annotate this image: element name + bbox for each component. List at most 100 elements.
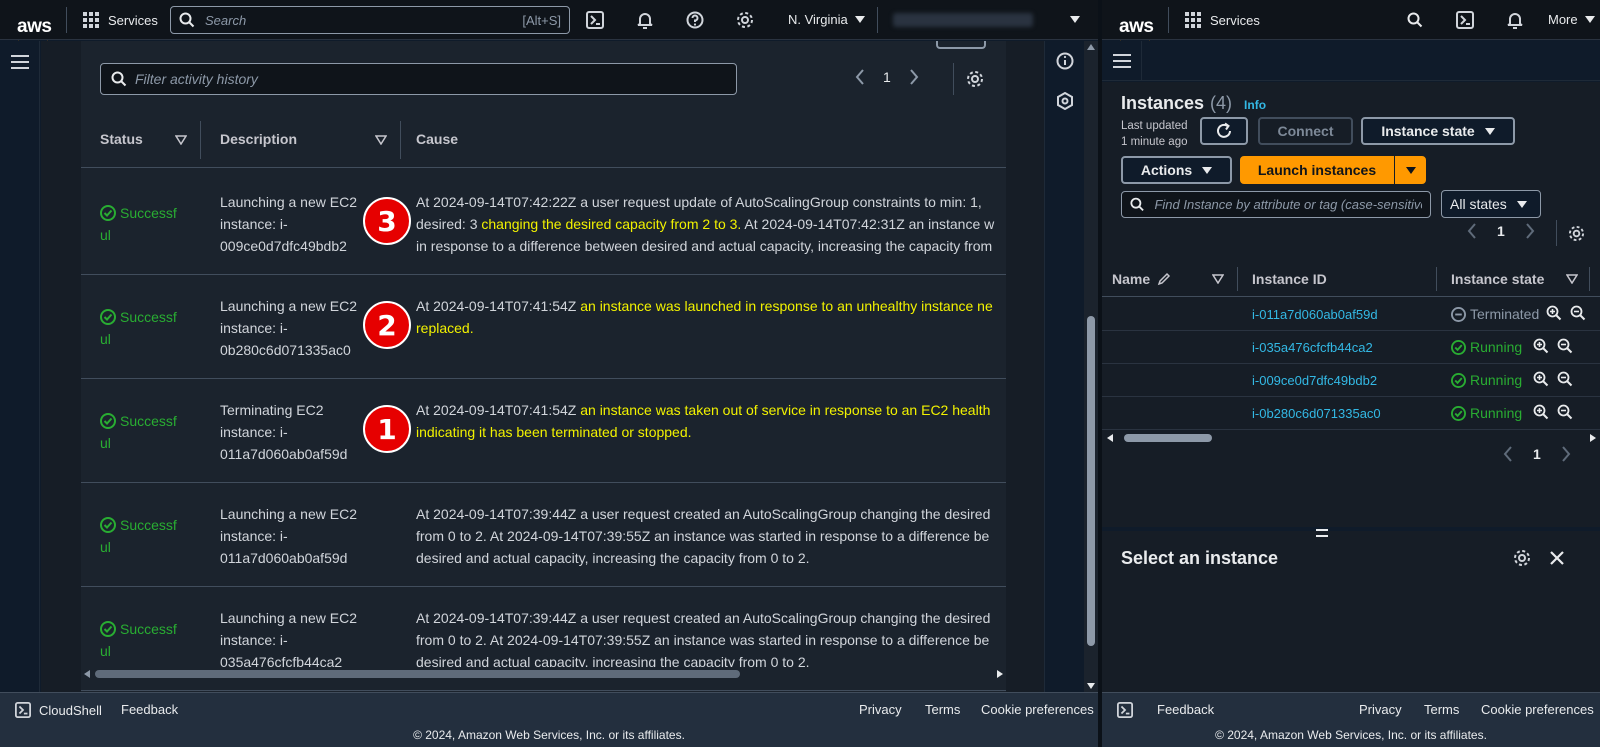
chevron-right-icon[interactable] [1525,223,1535,239]
zoom-in-icon[interactable] [1546,305,1562,321]
page-number[interactable]: 1 [1497,223,1505,239]
zoom-out-icon[interactable] [1557,404,1573,420]
table-settings-gear-icon[interactable] [966,70,984,88]
connect-button[interactable]: Connect [1258,117,1353,145]
scroll-up-arrow-icon[interactable] [1087,44,1095,50]
launch-instances-dropdown[interactable] [1395,156,1426,184]
header-button-partial[interactable] [936,41,986,49]
zoom-out-icon[interactable] [1570,305,1586,321]
cookie-preferences-link[interactable]: Cookie preferences [1481,702,1594,717]
chevron-left-icon[interactable] [1467,223,1477,239]
feedback-link[interactable]: Feedback [1157,702,1214,717]
cookie-preferences-link[interactable]: Cookie preferences [981,702,1094,717]
feedback-link[interactable]: Feedback [121,702,178,717]
table-row[interactable]: i-035a476cfcfb44ca2 Running [1102,331,1600,364]
settings-gear-icon[interactable] [734,9,756,31]
privacy-link[interactable]: Privacy [859,702,902,717]
actions-dropdown[interactable]: Actions [1121,156,1232,184]
column-divider[interactable] [400,121,401,159]
all-states-select[interactable]: All states [1441,190,1541,218]
column-header-cause[interactable]: Cause [416,131,458,147]
instance-id-link[interactable]: i-009ce0d7dfc49bdb2 [1252,373,1377,388]
column-header-status[interactable]: Status [100,131,143,147]
cloudshell-icon [1117,702,1133,718]
column-divider[interactable] [200,121,201,159]
cloudshell-footer-button[interactable] [1117,702,1133,718]
instance-state-dropdown[interactable]: Instance state [1361,117,1515,145]
close-icon[interactable] [1549,550,1565,566]
launch-instances-button[interactable]: Launch instances [1240,156,1394,184]
instance-id-link[interactable]: i-011a7d060ab0af59d [1252,307,1378,322]
zoom-out-icon[interactable] [1557,371,1573,387]
global-search-input[interactable]: Search [Alt+S] [170,6,570,34]
instance-id-link[interactable]: i-0b280c6d071335ac0 [1252,406,1381,421]
help-icon[interactable] [684,9,706,31]
table-settings-gear-icon[interactable] [1568,225,1585,242]
services-menu-button[interactable]: Services [1185,12,1260,28]
terms-link[interactable]: Terms [1424,702,1459,717]
scroll-right-arrow-icon[interactable] [997,670,1003,678]
zoom-out-icon[interactable] [1557,338,1573,354]
column-divider[interactable] [1237,267,1238,291]
find-instance-input[interactable]: Find Instance by attribute or tag (case-… [1121,191,1431,218]
scroll-right-arrow-icon[interactable] [1590,434,1596,442]
more-menu-button[interactable]: More [1548,12,1595,27]
resources-hexagon-icon[interactable] [1056,92,1074,110]
cloudshell-icon[interactable] [1454,9,1476,31]
horizontal-scrollbar[interactable] [81,667,1006,681]
chevron-right-icon[interactable] [1561,446,1571,462]
filter-activity-input[interactable]: Filter activity history [100,63,737,95]
caret-down-icon[interactable] [1070,16,1080,23]
bell-icon[interactable] [1504,9,1526,31]
instance-id-link[interactable]: i-035a476cfcfb44ca2 [1252,340,1373,355]
scroll-left-arrow-icon[interactable] [1107,434,1113,442]
column-header-instance-id[interactable]: Instance ID [1252,271,1327,287]
scroll-down-arrow-icon[interactable] [1087,683,1095,689]
pane-settings-gear-icon[interactable] [1513,549,1531,567]
sort-icon[interactable] [375,135,387,145]
account-menu-redacted[interactable] [893,13,1033,27]
column-header-name[interactable]: Name [1112,271,1150,287]
privacy-link[interactable]: Privacy [1359,702,1402,717]
chevron-left-icon[interactable] [855,69,865,85]
column-header-instance-state[interactable]: Instance state [1451,271,1544,287]
services-menu-button[interactable]: Services [83,12,158,28]
zoom-in-icon[interactable] [1533,404,1549,420]
aws-logo[interactable]: aws [17,16,52,44]
refresh-button[interactable] [1200,117,1248,145]
region-selector[interactable]: N. Virginia [788,12,865,27]
column-header-description[interactable]: Description [220,131,297,147]
sort-icon[interactable] [175,135,187,145]
search-icon[interactable] [1404,9,1426,31]
terms-link[interactable]: Terms [925,702,960,717]
vertical-scrollbar[interactable] [1084,41,1098,692]
table-row[interactable]: i-011a7d060ab0af59d Terminated [1102,298,1600,331]
resize-handle[interactable] [1316,529,1328,537]
bell-icon[interactable] [634,9,656,31]
hamburger-menu-icon[interactable] [11,55,29,69]
instances-horizontal-scrollbar[interactable] [1102,431,1600,445]
chevron-left-icon[interactable] [1503,446,1513,462]
scrollbar-thumb[interactable] [1087,316,1095,646]
info-link[interactable]: Info [1244,98,1266,112]
table-row[interactable]: i-009ce0d7dfc49bdb2 Running [1102,364,1600,397]
scroll-left-arrow-icon[interactable] [84,670,90,678]
scrollbar-thumb[interactable] [1124,434,1212,442]
page-number[interactable]: 1 [1533,446,1541,462]
column-divider[interactable] [1589,267,1590,291]
zoom-in-icon[interactable] [1533,371,1549,387]
hamburger-menu-icon[interactable] [1113,54,1131,68]
cloudshell-footer-button[interactable]: CloudShell [15,702,102,718]
scrollbar-thumb[interactable] [95,670,740,678]
column-divider[interactable] [1436,267,1437,291]
aws-logo[interactable]: aws [1119,16,1154,44]
sort-icon[interactable] [1212,274,1224,284]
page-number[interactable]: 1 [883,69,891,85]
pencil-edit-icon[interactable] [1157,272,1171,286]
info-icon[interactable] [1056,52,1074,70]
zoom-in-icon[interactable] [1533,338,1549,354]
chevron-right-icon[interactable] [909,69,919,85]
sort-icon[interactable] [1566,274,1578,284]
cloudshell-icon[interactable] [584,9,606,31]
table-row[interactable]: i-0b280c6d071335ac0 Running [1102,397,1600,430]
